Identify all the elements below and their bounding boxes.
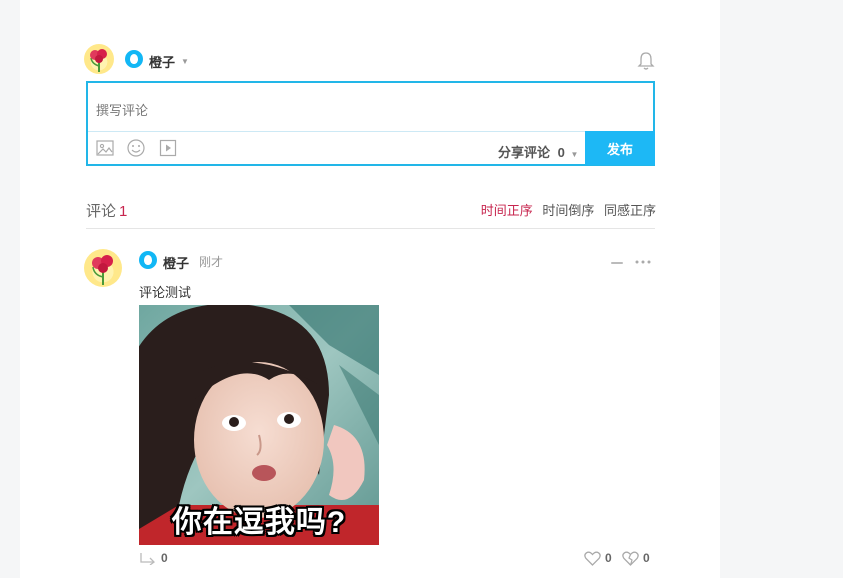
share-comment-toggle[interactable]: 分享评论 0 ▼: [498, 142, 578, 161]
notification-bell-icon[interactable]: [637, 51, 655, 71]
divider: [86, 228, 655, 229]
comment-time: 刚才: [199, 255, 224, 269]
emoji-icon[interactable]: [127, 139, 145, 157]
collapse-icon[interactable]: [610, 254, 624, 264]
sort-options: 时间正序 时间倒序 同感正序: [475, 200, 656, 219]
comment-panel: 橙子 ▼ 撰写评论 分享评论 0 ▼ 发布 评论 1 时间正序 时间倒序 同感正…: [20, 0, 720, 578]
account-switch-chevron-icon[interactable]: ▼: [181, 57, 189, 66]
composer-user-name[interactable]: 橙子: [149, 52, 175, 71]
sort-time-asc[interactable]: 时间正序: [481, 203, 533, 218]
share-action[interactable]: 0: [139, 550, 168, 566]
comment-text: 评论测试: [139, 285, 192, 300]
comment-image[interactable]: 你在逗我吗?: [139, 305, 379, 545]
comments-count-title: 评论 1: [86, 200, 127, 221]
video-icon[interactable]: [159, 139, 177, 157]
more-icon[interactable]: [634, 253, 652, 264]
dislike-count: 0: [643, 551, 650, 565]
comments-count: 1: [119, 203, 128, 220]
comment-user-name[interactable]: 橙子: [163, 253, 189, 272]
sort-time-desc[interactable]: 时间倒序: [542, 203, 594, 218]
publish-button[interactable]: 发布: [585, 131, 655, 165]
sort-agree[interactable]: 同感正序: [604, 203, 656, 218]
comments-title-label: 评论: [86, 203, 117, 220]
image-icon[interactable]: [96, 139, 114, 157]
like-action[interactable]: 0: [584, 550, 612, 566]
image-caption: 你在逗我吗?: [171, 506, 347, 539]
broken-heart-icon: [622, 551, 639, 566]
heart-icon: [584, 551, 601, 566]
share-arrow-icon: [140, 553, 155, 565]
composer-avatar[interactable]: [84, 44, 114, 74]
share-comment-count: 0: [557, 145, 565, 160]
comment-avatar[interactable]: [84, 249, 122, 287]
comment-input[interactable]: 撰写评论: [96, 100, 148, 119]
qq-icon: [139, 251, 157, 269]
share-comment-label: 分享评论: [498, 145, 551, 160]
share-count: 0: [161, 551, 168, 565]
composer-toolbar: 分享评论 0 ▼ 发布: [88, 131, 655, 165]
comment-composer: 撰写评论 分享评论 0 ▼ 发布: [86, 81, 655, 166]
share-chevron-down-icon: ▼: [570, 150, 579, 159]
like-count: 0: [605, 551, 612, 565]
qq-icon: [125, 50, 143, 68]
dislike-action[interactable]: 0: [622, 550, 650, 566]
